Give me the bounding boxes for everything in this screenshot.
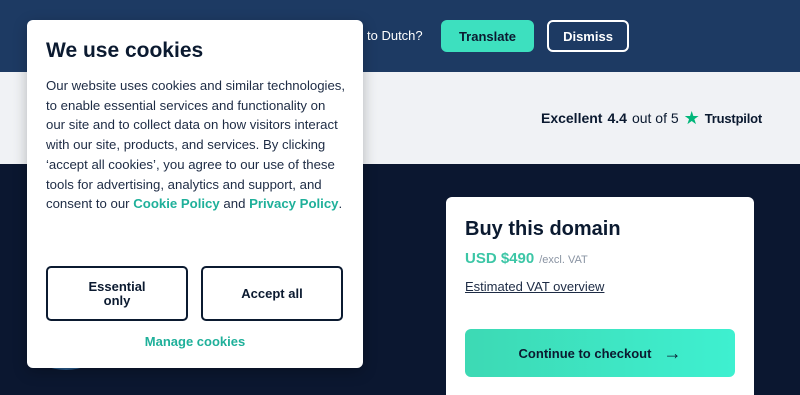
cookie-description: Our website uses cookies and similar tec… [46, 76, 346, 214]
cookie-policy-link[interactable]: Cookie Policy [133, 196, 219, 211]
translate-question: to Dutch? [367, 28, 423, 43]
vat-note: /excl. VAT [539, 254, 588, 266]
price: USD $490 [465, 250, 535, 267]
manage-cookies-link[interactable]: Manage cookies [27, 334, 363, 349]
trustpilot-rating[interactable]: Excellent 4.4 out of 5 ★ Trustpilot [540, 108, 762, 128]
arrow-right-icon: → [663, 343, 682, 363]
rating-scale: out of 5 [631, 110, 679, 126]
rating-label: Excellent [540, 110, 603, 126]
dismiss-button[interactable]: Dismiss [547, 20, 629, 52]
buy-domain-card: Buy this domain USD $490 /excl. VAT Esti… [446, 197, 754, 395]
privacy-policy-link[interactable]: Privacy Policy [249, 196, 338, 211]
cookie-period: . [338, 196, 343, 212]
price-row: USD $490 /excl. VAT [465, 250, 588, 267]
star-icon: ★ [683, 108, 700, 128]
buy-title: Buy this domain [465, 218, 621, 240]
checkout-button[interactable]: Continue to checkout → [465, 329, 735, 377]
vat-overview-link[interactable]: Estimated VAT overview [465, 279, 604, 294]
essential-only-button[interactable]: Essential only [46, 266, 188, 321]
cookie-body-text: Our website uses cookies and similar tec… [46, 78, 346, 212]
trustpilot-label: Trustpilot [704, 110, 762, 126]
checkout-label: Continue to checkout [518, 345, 652, 361]
translate-button[interactable]: Translate [441, 20, 534, 52]
rating-score: 4.4 [607, 110, 627, 126]
cookie-title: We use cookies [46, 39, 204, 62]
accept-all-button[interactable]: Accept all [201, 266, 343, 321]
cookie-and-text: and [219, 196, 250, 212]
cookie-consent-modal: We use cookies Our website uses cookies … [27, 20, 363, 368]
